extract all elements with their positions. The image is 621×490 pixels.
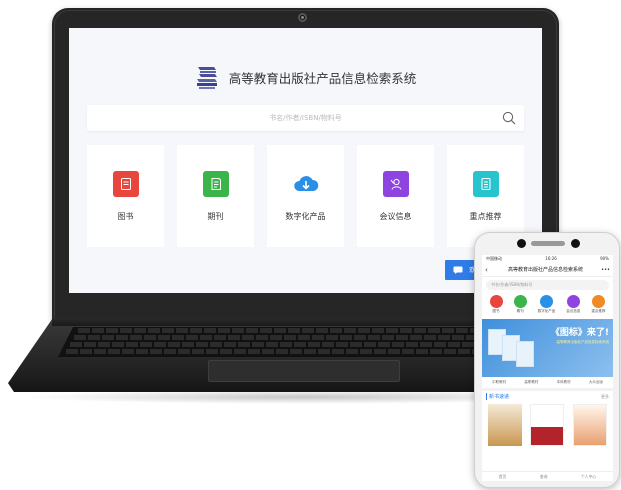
new-books-list bbox=[482, 402, 613, 448]
tag-item[interactable]: 本科教材 bbox=[557, 380, 571, 385]
phone-category-digital[interactable]: 数字化产品 bbox=[537, 295, 556, 314]
battery-label: 90% bbox=[600, 256, 609, 261]
promo-banner[interactable]: 《图标》来了! 高等教育出版社产品信息检索系统 bbox=[482, 319, 613, 377]
phone-category-label: 期刊 bbox=[516, 309, 524, 313]
cloud-download-icon bbox=[539, 295, 553, 308]
category-label: 数字化产品 bbox=[285, 212, 326, 221]
phone-category-recommend[interactable]: 重点推荐 bbox=[591, 295, 605, 314]
phone-nav-bar: ‹ 高等教育出版社产品信息检索系统 ••• bbox=[482, 263, 613, 277]
phone-search-input[interactable]: 书名/作者/ISBN/物料号 bbox=[486, 280, 609, 290]
chat-icon bbox=[453, 266, 463, 274]
category-card-digital[interactable]: 数字化产品 bbox=[267, 145, 344, 247]
webcam-icon bbox=[298, 13, 307, 22]
logo-icon bbox=[196, 67, 217, 89]
book-icon bbox=[489, 295, 503, 308]
phone-category-label: 重点推荐 bbox=[591, 309, 606, 313]
trackpad bbox=[208, 360, 400, 382]
journal-icon bbox=[202, 171, 229, 197]
tag-item[interactable]: 大众出版 bbox=[589, 380, 603, 385]
tab-profile[interactable]: 个人中心 bbox=[581, 474, 596, 480]
category-label: 重点推荐 bbox=[469, 212, 502, 221]
section-title: 新书速递 bbox=[486, 393, 509, 400]
category-cards: 图书 期刊 数字化产品 会议信息 重点推荐 bbox=[87, 145, 524, 247]
phone-category-icons: 图书 期刊 数字化产品 会议信息 重点推荐 bbox=[482, 293, 613, 314]
category-label: 期刊 bbox=[207, 212, 224, 221]
conference-icon bbox=[382, 171, 409, 197]
conference-icon bbox=[566, 295, 580, 308]
book-cover[interactable] bbox=[530, 404, 565, 446]
search-input[interactable] bbox=[87, 105, 524, 131]
phone-front-camera-icon bbox=[517, 239, 526, 248]
phone-status-bar: 中国移动 16:26 90% bbox=[482, 255, 613, 263]
carrier-label: 中国移动 bbox=[486, 256, 502, 261]
phone-category-label: 数字化产品 bbox=[537, 309, 556, 313]
category-card-books[interactable]: 图书 bbox=[87, 145, 164, 247]
phone-tag-row: 中职教材 高职教材 本科教材 大众出版 bbox=[482, 377, 613, 391]
more-icon[interactable]: ••• bbox=[601, 267, 610, 273]
search-icon[interactable] bbox=[502, 111, 516, 125]
search-bar bbox=[87, 105, 524, 131]
phone-category-journals[interactable]: 期刊 bbox=[513, 295, 527, 314]
phone-screen: 中国移动 16:26 90% ‹ 高等教育出版社产品信息检索系统 ••• 书名/… bbox=[482, 255, 613, 481]
banner-title: 《图标》来了! bbox=[550, 328, 609, 338]
back-icon[interactable]: ‹ bbox=[485, 266, 488, 274]
tag-item[interactable]: 中职教材 bbox=[492, 380, 506, 385]
more-link[interactable]: 更多 bbox=[601, 394, 609, 400]
phone-category-label: 图书 bbox=[492, 309, 500, 313]
journal-icon bbox=[513, 295, 527, 308]
book-icon bbox=[112, 171, 139, 197]
smartphone: 中国移动 16:26 90% ‹ 高等教育出版社产品信息检索系统 ••• 书名/… bbox=[474, 232, 620, 488]
category-label: 会议信息 bbox=[379, 212, 412, 221]
cloud-download-icon bbox=[293, 171, 319, 197]
phone-category-label: 会议信息 bbox=[566, 309, 581, 313]
phone-sensor-icon bbox=[571, 239, 580, 248]
book-cover[interactable] bbox=[572, 404, 607, 446]
clock: 16:26 bbox=[545, 256, 557, 261]
book-cover[interactable] bbox=[488, 404, 523, 446]
phone-speaker bbox=[531, 241, 565, 246]
banner-subtitle: 高等教育出版社产品信息检索系统 bbox=[556, 340, 610, 344]
banner-book-image bbox=[516, 341, 534, 367]
category-card-conference[interactable]: 会议信息 bbox=[357, 145, 434, 247]
app-header: 高等教育出版社产品信息检索系统 bbox=[69, 62, 542, 92]
phone-category-books[interactable]: 图书 bbox=[489, 295, 503, 314]
phone-category-conference[interactable]: 会议信息 bbox=[566, 295, 580, 314]
phone-page-title: 高等教育出版社产品信息检索系统 bbox=[507, 267, 583, 273]
laptop-screen: 高等教育出版社产品信息检索系统 图书 期刊 数字化产品 bbox=[69, 28, 542, 293]
tab-home[interactable]: 首页 bbox=[499, 474, 507, 480]
recommend-icon bbox=[472, 171, 499, 197]
category-card-journals[interactable]: 期刊 bbox=[177, 145, 254, 247]
phone-tab-bar: 首页 查询 个人中心 bbox=[482, 471, 613, 481]
recommend-icon bbox=[591, 295, 605, 308]
category-label: 图书 bbox=[117, 212, 134, 221]
tag-item[interactable]: 高职教材 bbox=[524, 380, 538, 385]
new-books-section-header: 新书速递 更多 bbox=[482, 391, 613, 402]
tab-search[interactable]: 查询 bbox=[540, 474, 548, 480]
page-title: 高等教育出版社产品信息检索系统 bbox=[228, 70, 417, 86]
phone-search-placeholder: 书名/作者/ISBN/物料号 bbox=[491, 282, 533, 287]
